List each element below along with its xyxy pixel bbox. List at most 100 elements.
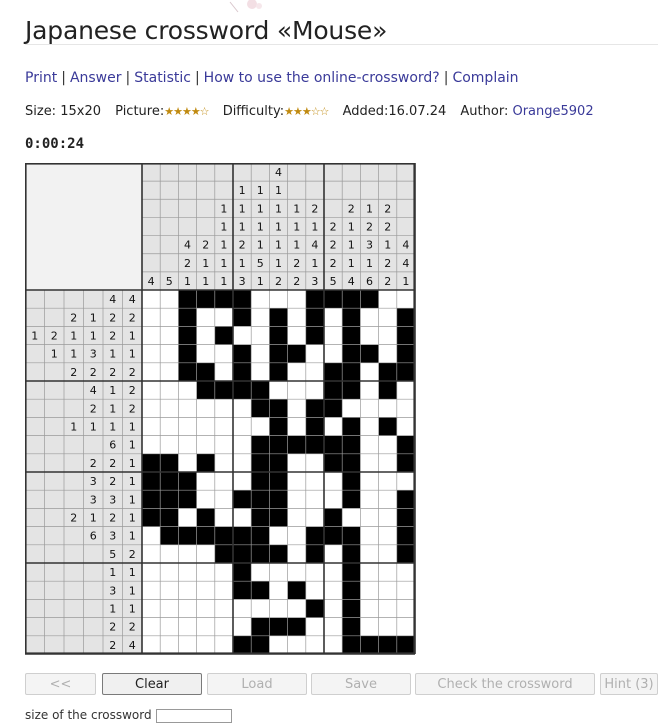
grid-cell-empty[interactable]	[142, 635, 161, 654]
grid-cell-empty[interactable]	[196, 635, 215, 654]
column-clue-cell[interactable]: 1	[251, 235, 270, 254]
grid-cell-empty[interactable]	[142, 563, 161, 582]
grid-cell-empty[interactable]	[178, 381, 197, 400]
grid-cell-empty[interactable]	[214, 417, 233, 436]
column-clue-cell[interactable]: 1	[269, 253, 288, 272]
grid-cell-filled[interactable]	[178, 362, 197, 381]
grid-cell-filled[interactable]	[178, 526, 197, 545]
row-clue-cell[interactable]: 6	[103, 435, 123, 454]
grid-cell-empty[interactable]	[196, 399, 215, 418]
grid-cell-empty[interactable]	[324, 544, 343, 563]
grid-cell-empty[interactable]	[160, 308, 179, 327]
column-clue-cell[interactable]: 1	[287, 199, 306, 218]
row-clue-cell[interactable]: 2	[103, 635, 123, 654]
grid-cell-empty[interactable]	[251, 344, 270, 363]
grid-cell-filled[interactable]	[342, 435, 361, 454]
grid-cell-filled[interactable]	[269, 617, 288, 636]
grid-cell-empty[interactable]	[360, 417, 379, 436]
grid-cell-filled[interactable]	[342, 381, 361, 400]
row-clue-cell[interactable]: 1	[44, 344, 65, 363]
row-clue-cell[interactable]: 2	[103, 617, 123, 636]
grid-cell-empty[interactable]	[233, 326, 252, 345]
grid-cell-filled[interactable]	[305, 417, 324, 436]
row-clue-cell[interactable]: 1	[122, 563, 143, 582]
grid-cell-empty[interactable]	[378, 544, 397, 563]
row-clue-cell[interactable]: 3	[83, 490, 104, 509]
grid-cell-filled[interactable]	[269, 399, 288, 418]
grid-cell-filled[interactable]	[324, 290, 343, 309]
grid-cell-empty[interactable]	[251, 308, 270, 327]
grid-cell-filled[interactable]	[251, 526, 270, 545]
grid-cell-filled[interactable]	[142, 453, 161, 472]
row-clue-cell[interactable]: 1	[122, 581, 143, 600]
column-clue-cell[interactable]: 5	[160, 271, 179, 290]
grid-cell-filled[interactable]	[160, 508, 179, 527]
column-clue-cell[interactable]: 2	[360, 217, 379, 236]
grid-cell-empty[interactable]	[142, 381, 161, 400]
grid-cell-empty[interactable]	[142, 581, 161, 600]
row-clue-cell[interactable]: 1	[25, 326, 45, 345]
grid-cell-filled[interactable]	[142, 508, 161, 527]
grid-cell-empty[interactable]	[233, 453, 252, 472]
grid-cell-empty[interactable]	[396, 381, 415, 400]
grid-cell-filled[interactable]	[360, 344, 379, 363]
grid-cell-empty[interactable]	[396, 581, 415, 600]
grid-cell-empty[interactable]	[160, 599, 179, 618]
grid-cell-filled[interactable]	[178, 472, 197, 491]
grid-cell-empty[interactable]	[305, 344, 324, 363]
grid-cell-filled[interactable]	[324, 508, 343, 527]
grid-cell-empty[interactable]	[196, 544, 215, 563]
grid-cell-empty[interactable]	[142, 362, 161, 381]
grid-cell-empty[interactable]	[196, 344, 215, 363]
grid-cell-empty[interactable]	[287, 290, 306, 309]
grid-cell-empty[interactable]	[178, 453, 197, 472]
grid-cell-empty[interactable]	[378, 526, 397, 545]
column-clue-cell[interactable]: 2	[324, 253, 343, 272]
back-button[interactable]: <<	[25, 673, 96, 695]
grid-cell-filled[interactable]	[233, 381, 252, 400]
column-clue-cell[interactable]: 1	[287, 217, 306, 236]
grid-cell-empty[interactable]	[160, 635, 179, 654]
grid-cell-filled[interactable]	[342, 563, 361, 582]
column-clue-cell[interactable]: 1	[214, 253, 233, 272]
grid-cell-empty[interactable]	[287, 308, 306, 327]
grid-cell-filled[interactable]	[305, 399, 324, 418]
grid-cell-empty[interactable]	[360, 581, 379, 600]
grid-cell-filled[interactable]	[214, 526, 233, 545]
grid-cell-empty[interactable]	[396, 617, 415, 636]
row-clue-cell[interactable]: 1	[103, 417, 123, 436]
grid-cell-empty[interactable]	[287, 599, 306, 618]
grid-cell-empty[interactable]	[396, 563, 415, 582]
grid-cell-filled[interactable]	[269, 362, 288, 381]
grid-cell-empty[interactable]	[160, 617, 179, 636]
grid-cell-empty[interactable]	[142, 344, 161, 363]
grid-cell-filled[interactable]	[251, 544, 270, 563]
grid-cell-filled[interactable]	[342, 490, 361, 509]
column-clue-cell[interactable]: 2	[269, 271, 288, 290]
grid-cell-filled[interactable]	[342, 308, 361, 327]
grid-cell-empty[interactable]	[287, 563, 306, 582]
grid-cell-empty[interactable]	[160, 435, 179, 454]
grid-cell-filled[interactable]	[251, 490, 270, 509]
grid-cell-empty[interactable]	[178, 435, 197, 454]
grid-cell-empty[interactable]	[178, 544, 197, 563]
column-clue-cell[interactable]: 1	[342, 253, 361, 272]
grid-cell-filled[interactable]	[305, 526, 324, 545]
grid-cell-empty[interactable]	[214, 453, 233, 472]
grid-cell-filled[interactable]	[196, 453, 215, 472]
grid-cell-empty[interactable]	[342, 399, 361, 418]
grid-cell-filled[interactable]	[196, 526, 215, 545]
row-clue-cell[interactable]: 1	[83, 508, 104, 527]
grid-cell-empty[interactable]	[160, 399, 179, 418]
grid-cell-filled[interactable]	[396, 326, 415, 345]
grid-cell-empty[interactable]	[142, 399, 161, 418]
row-clue-cell[interactable]: 1	[64, 344, 84, 363]
grid-cell-empty[interactable]	[251, 290, 270, 309]
grid-cell-empty[interactable]	[287, 508, 306, 527]
column-clue-cell[interactable]: 1	[342, 217, 361, 236]
row-clue-cell[interactable]: 1	[122, 490, 143, 509]
grid-cell-filled[interactable]	[324, 381, 343, 400]
grid-cell-filled[interactable]	[160, 453, 179, 472]
grid-cell-empty[interactable]	[160, 362, 179, 381]
grid-cell-empty[interactable]	[324, 599, 343, 618]
